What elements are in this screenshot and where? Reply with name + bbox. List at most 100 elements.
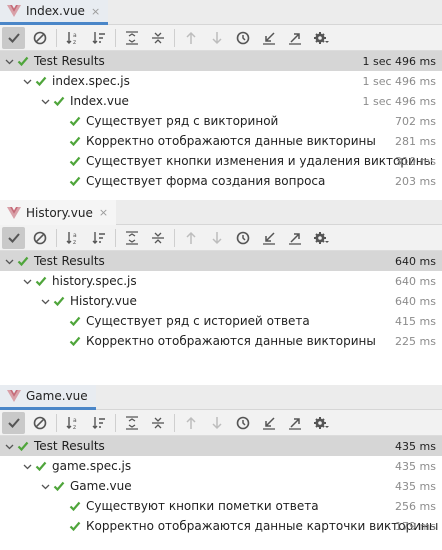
check-icon	[53, 481, 65, 492]
tab-label: History.vue	[26, 205, 93, 220]
check-icon	[69, 336, 81, 347]
chevron-down-icon[interactable]	[4, 256, 14, 266]
previous-failed-button[interactable]	[179, 27, 202, 49]
tree-row-root[interactable]: Test Results 435 ms	[0, 436, 442, 456]
history-button[interactable]	[231, 412, 254, 434]
previous-failed-button[interactable]	[179, 412, 202, 434]
tree-row-root[interactable]: Test Results 640 ms	[0, 251, 442, 271]
tab-index-vue[interactable]: Index.vue ×	[0, 0, 109, 25]
tree-row-test[interactable]: Существует ряд с викториной 702 ms	[0, 111, 442, 131]
tree-row-spec[interactable]: game.spec.js 435 ms	[0, 456, 442, 476]
export-tests-button[interactable]	[283, 227, 306, 249]
history-button[interactable]	[231, 27, 254, 49]
collapse-all-button[interactable]	[146, 227, 169, 249]
check-icon	[53, 96, 65, 107]
vue-icon	[7, 5, 21, 17]
sort-alphabetically-button[interactable]: az	[61, 27, 84, 49]
show-passed-button[interactable]	[2, 411, 25, 434]
chevron-down-icon[interactable]	[40, 296, 50, 306]
tree-row-test[interactable]: Существует ряд с историей ответа 415 ms	[0, 311, 442, 331]
sort-by-duration-button[interactable]	[87, 27, 110, 49]
show-ignored-icon	[33, 416, 46, 429]
settings-icon	[313, 31, 329, 44]
tree-row-duration: 435 ms	[395, 479, 436, 493]
sort-by-duration-button[interactable]	[87, 412, 110, 434]
svg-text:z: z	[73, 39, 76, 46]
tab-game-vue[interactable]: Game.vue	[0, 385, 96, 410]
tree-row-test[interactable]: Корректно отображаются данные викторины …	[0, 331, 442, 351]
tree-row-suite[interactable]: History.vue 640 ms	[0, 291, 442, 311]
show-ignored-button[interactable]	[28, 27, 51, 49]
expand-all-button[interactable]	[120, 27, 143, 49]
expand-all-button[interactable]	[120, 412, 143, 434]
collapse-all-button[interactable]	[146, 412, 169, 434]
previous-failed-icon	[185, 231, 196, 244]
sort-alphabetically-button[interactable]: az	[61, 412, 84, 434]
tree-row-label: history.spec.js	[52, 274, 137, 288]
tree-row-test[interactable]: Корректно отображаются данные викторины …	[0, 131, 442, 151]
chevron-down-icon[interactable]	[22, 76, 32, 86]
tree-row-test[interactable]: Существует форма создания вопроса 203 ms	[0, 171, 442, 191]
close-icon[interactable]: ×	[91, 5, 100, 18]
sort-by-duration-button[interactable]	[87, 227, 110, 249]
toolbar-separator	[174, 228, 175, 247]
vue-icon	[7, 206, 21, 219]
tree-row-suite[interactable]: Index.vue 1 sec 496 ms	[0, 91, 442, 111]
previous-failed-button[interactable]	[179, 227, 202, 249]
chevron-down-icon[interactable]	[22, 276, 32, 286]
show-ignored-button[interactable]	[28, 412, 51, 434]
export-tests-icon	[288, 417, 301, 430]
check-icon	[69, 176, 81, 187]
next-failed-button[interactable]	[205, 227, 228, 249]
test-toolbar: az	[0, 410, 442, 436]
tree-row-duration: 1 sec 496 ms	[362, 74, 436, 88]
tree-row-test[interactable]: Существуют кнопки пометки ответа 256 ms	[0, 496, 442, 516]
settings-button[interactable]	[309, 412, 332, 434]
tree-row-label: Test Results	[34, 54, 105, 68]
tree-row-label: Test Results	[34, 254, 105, 268]
tree-row-label: Корректно отображаются данные викторины	[86, 334, 376, 348]
import-tests-button[interactable]	[257, 27, 280, 49]
svg-text:a: a	[73, 232, 77, 239]
tree-row-label: Существует форма создания вопроса	[86, 174, 326, 188]
expand-all-button[interactable]	[120, 227, 143, 249]
sort-alphabetically-button[interactable]: az	[61, 227, 84, 249]
tree-row-test[interactable]: Существует кнопки изменения и удаления в…	[0, 151, 442, 171]
show-ignored-button[interactable]	[28, 227, 51, 249]
show-passed-button[interactable]	[2, 26, 25, 49]
chevron-down-icon[interactable]	[4, 441, 14, 451]
import-tests-button[interactable]	[257, 227, 280, 249]
next-failed-button[interactable]	[205, 27, 228, 49]
history-button[interactable]	[231, 227, 254, 249]
toolbar-separator	[56, 28, 57, 47]
collapse-all-button[interactable]	[146, 27, 169, 49]
tree-row-suite[interactable]: Game.vue 435 ms	[0, 476, 442, 496]
tree-row-root[interactable]: Test Results 1 sec 496 ms	[0, 51, 442, 71]
settings-button[interactable]	[309, 227, 332, 249]
chevron-down-icon[interactable]	[40, 481, 50, 491]
tree-row-spec[interactable]: index.spec.js 1 sec 496 ms	[0, 71, 442, 91]
export-tests-button[interactable]	[283, 27, 306, 49]
chevron-down-icon[interactable]	[40, 96, 50, 106]
tree-row-duration: 179 ms	[395, 519, 436, 533]
tree-row-duration: 1 sec 496 ms	[362, 94, 436, 108]
chevron-down-icon[interactable]	[4, 56, 14, 66]
history-icon	[236, 31, 249, 44]
show-passed-button[interactable]	[2, 226, 25, 249]
next-failed-button[interactable]	[205, 412, 228, 434]
sort-alphabetically-icon: az	[66, 416, 77, 431]
export-tests-button[interactable]	[283, 412, 306, 434]
tab-label: Game.vue	[26, 389, 88, 403]
settings-button[interactable]	[309, 27, 332, 49]
tree-row-spec[interactable]: history.spec.js 640 ms	[0, 271, 442, 291]
tree-row-duration: 256 ms	[395, 499, 436, 513]
test-toolbar: az	[0, 25, 442, 51]
tree-row-duration: 1 sec 496 ms	[362, 54, 436, 68]
tree-row-duration: 435 ms	[395, 459, 436, 473]
import-tests-icon	[262, 31, 275, 45]
tree-row-test[interactable]: Корректно отображаются данные карточки в…	[0, 516, 442, 536]
tab-history-vue[interactable]: History.vue ×	[0, 200, 117, 225]
chevron-down-icon[interactable]	[22, 461, 32, 471]
close-icon[interactable]: ×	[99, 206, 108, 219]
import-tests-button[interactable]	[257, 412, 280, 434]
